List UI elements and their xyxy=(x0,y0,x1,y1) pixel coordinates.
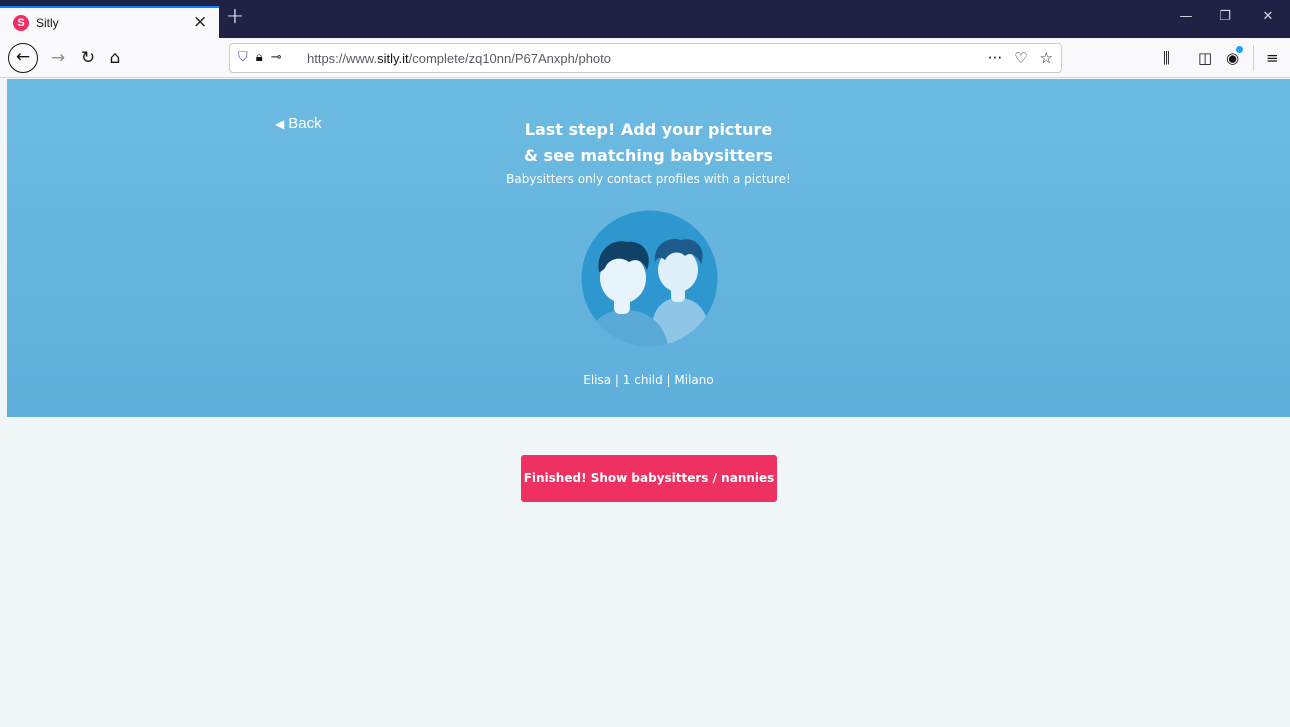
finish-show-babysitters-button[interactable]: Finished! Show babysitters / nannies xyxy=(521,455,777,502)
new-tab-icon[interactable]: + xyxy=(222,4,248,30)
close-window-icon[interactable]: ✕ xyxy=(1248,7,1288,27)
reload-icon[interactable]: ↻ xyxy=(74,44,102,72)
forward-icon[interactable]: → xyxy=(44,44,72,72)
tab-close-icon[interactable]: × xyxy=(193,11,207,33)
page-title: Last step! Add your picture & see matchi… xyxy=(7,117,1290,169)
navigation-toolbar: ← → ↻ ⌂ ⛉ 🔒︎ ⊸ https://www.sitly.it/comp… xyxy=(0,38,1290,78)
photo-placeholder-avatar-icon[interactable] xyxy=(581,210,718,347)
minimize-icon[interactable]: — xyxy=(1166,7,1206,27)
sitly-favicon-icon: S xyxy=(13,15,29,31)
page-content: ◀ Back Last step! Add your picture & see … xyxy=(0,79,1290,727)
url-path: /complete/zq10nn/P67Anxph/photo xyxy=(408,51,611,66)
bookmark-star-icon[interactable]: ☆ xyxy=(1040,48,1053,68)
page-subtitle: Babysitters only contact profiles with a… xyxy=(506,172,791,186)
tab-strip: S Sitly × + — ❐ ✕ xyxy=(0,0,1290,38)
pocket-icon[interactable]: ♡ xyxy=(1014,48,1027,68)
profile-summary: Elisa | 1 child | Milano xyxy=(583,373,714,387)
toolbar-separator xyxy=(1253,45,1254,71)
restore-icon[interactable]: ❐ xyxy=(1205,7,1245,27)
tracking-shield-icon[interactable]: ⛉ xyxy=(238,48,248,68)
tab-title: Sitly xyxy=(36,16,59,30)
url-host: sitly.it xyxy=(377,51,409,66)
url-text[interactable]: https://www.sitly.it/complete/zq10nn/P67… xyxy=(307,51,611,66)
menu-icon[interactable]: ≡ xyxy=(1266,48,1279,68)
account-notification-dot xyxy=(1236,46,1243,53)
key-icon[interactable]: ⊸ xyxy=(271,48,282,68)
back-icon[interactable]: ← xyxy=(8,43,38,73)
title-line-1: Last step! Add your picture xyxy=(524,120,773,139)
library-icon[interactable]: ⫼ xyxy=(1163,48,1170,68)
hero-banner: ◀ Back Last step! Add your picture & see … xyxy=(7,79,1290,417)
address-bar[interactable]: ⛉ 🔒︎ ⊸ https://www.sitly.it/complete/zq1… xyxy=(229,43,1062,73)
lock-icon[interactable]: 🔒︎ xyxy=(256,48,263,68)
title-line-2: & see matching babysitters xyxy=(524,146,773,165)
home-icon[interactable]: ⌂ xyxy=(101,44,129,72)
sidebar-icon[interactable]: ◫ xyxy=(1198,48,1212,68)
url-scheme: https://www. xyxy=(307,51,378,66)
page-actions-icon[interactable]: ··· xyxy=(988,48,1002,68)
tab-sitly[interactable]: S Sitly × xyxy=(0,6,219,38)
